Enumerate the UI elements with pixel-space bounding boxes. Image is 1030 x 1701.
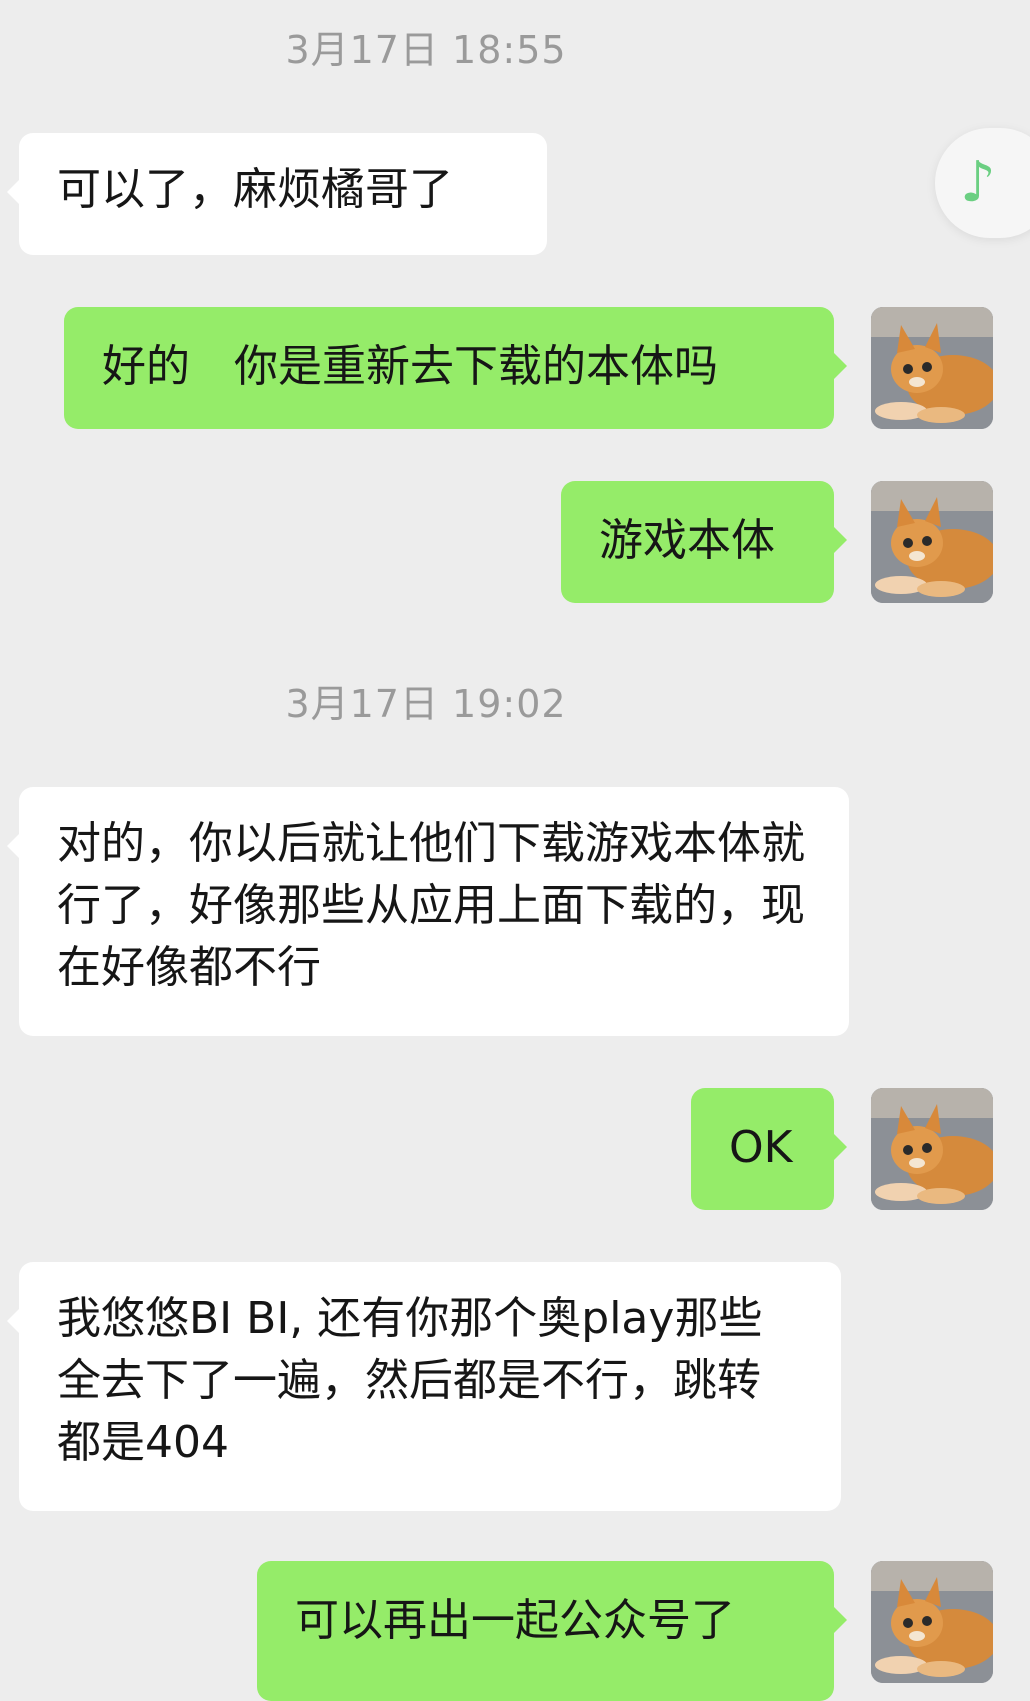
cat-avatar-icon: [871, 1561, 993, 1683]
message-text: 好的 你是重新去下载的本体吗: [102, 341, 718, 392]
timestamp: 3月17日 18:55: [285, 28, 567, 72]
incoming-message-bubble[interactable]: 我悠悠BI BI, 还有你那个奥play那些全去下了一遍，然后都是不行，跳转都是…: [7, 1262, 841, 1511]
outgoing-message-bubble[interactable]: 好的 你是重新去下载的本体吗: [64, 307, 847, 429]
message-text: OK: [729, 1122, 793, 1173]
message-text: 游戏本体: [599, 515, 775, 566]
outgoing-message-bubble[interactable]: OK: [691, 1088, 847, 1210]
avatar[interactable]: [871, 481, 993, 603]
outgoing-message-bubble[interactable]: 可以再出一起公众号了: [257, 1561, 847, 1701]
message-text: 对的，你以后就让他们下载游戏本体就行了，好像那些从应用上面下载的，现在好像都不行: [57, 818, 805, 993]
cat-avatar-icon: [871, 1088, 993, 1210]
floating-music-widget[interactable]: ♪: [935, 128, 1030, 238]
timestamp: 3月17日 19:02: [285, 682, 567, 726]
incoming-message-bubble[interactable]: 对的，你以后就让他们下载游戏本体就行了，好像那些从应用上面下载的，现在好像都不行: [7, 787, 849, 1036]
cat-avatar-icon: [871, 307, 993, 429]
message-text: 我悠悠BI BI, 还有你那个奥play那些全去下了一遍，然后都是不行，跳转都是…: [57, 1293, 763, 1468]
avatar[interactable]: [871, 307, 993, 429]
outgoing-message-bubble[interactable]: 游戏本体: [561, 481, 847, 603]
music-note-icon: ♪: [960, 150, 996, 215]
avatar[interactable]: [871, 1561, 993, 1683]
cat-avatar-icon: [871, 481, 993, 603]
avatar[interactable]: [871, 1088, 993, 1210]
incoming-message-bubble[interactable]: 可以了，麻烦橘哥了: [7, 133, 547, 255]
message-text: 可以再出一起公众号了: [295, 1595, 735, 1646]
message-text: 可以了，麻烦橘哥了: [57, 164, 453, 215]
